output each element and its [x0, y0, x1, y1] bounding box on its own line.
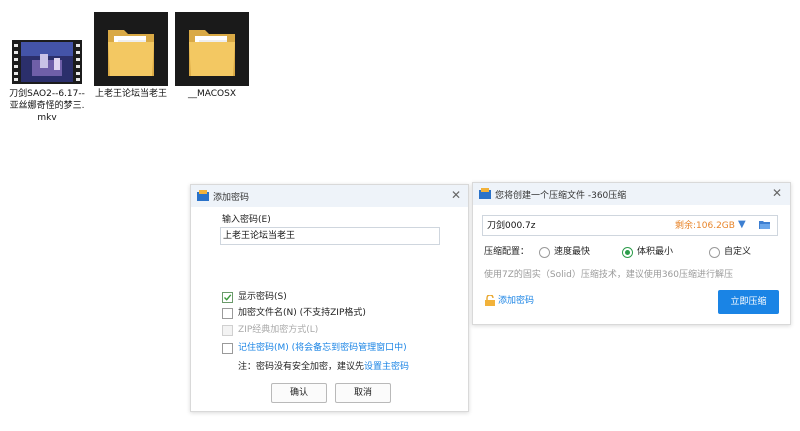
security-note-text: 注：密码没有安全加密，建议先 [238, 362, 365, 372]
dialog-title-bar: 您将创建一个压缩文件 -360压缩 ✕ [473, 183, 790, 205]
compress-now-button[interactable]: 立即压缩 [718, 290, 779, 314]
chevron-down-icon[interactable]: ▼ [738, 219, 746, 231]
show-password-checkbox[interactable] [222, 292, 233, 303]
file-label: __MACOSX [187, 89, 236, 99]
mode-custom-label: 自定义 [724, 247, 752, 257]
close-icon[interactable]: ✕ [770, 186, 784, 200]
video-file-icon [12, 40, 82, 84]
mode-smallest-label: 体积最小 [637, 247, 674, 257]
zip-classic-label: ZIP经典加密方式(L) [238, 325, 319, 335]
compression-hint: 使用7Z的固实（Solid）压缩技术，建议使用360压缩进行解压 [484, 270, 734, 280]
compress-config-label: 压缩配置： [484, 247, 530, 257]
password-input[interactable]: 上老王论坛当老王 [220, 227, 440, 245]
app-icon [479, 188, 491, 200]
password-input-value: 上老王论坛当老王 [223, 231, 296, 241]
archive-name-value: 刀剑000.7z [487, 221, 536, 231]
file-label: 上老王论坛当老王 [94, 89, 167, 99]
file-label: 刀剑SAO2--6.17--亚丝娜奇怪的梦三.mkv [9, 89, 85, 123]
ok-button[interactable]: 确认 [271, 383, 327, 403]
close-icon[interactable]: ✕ [449, 188, 463, 202]
encrypt-filenames-checkbox[interactable] [222, 308, 233, 319]
archive-name-field[interactable]: 刀剑000.7z 剩余:106.2GB ▼ [482, 215, 778, 236]
mode-smallest-radio[interactable] [622, 247, 633, 258]
compress-dialog: 您将创建一个压缩文件 -360压缩 ✕ 刀剑000.7z 剩余:106.2GB … [472, 182, 791, 325]
mode-fastest-label: 速度最快 [554, 247, 591, 257]
dialog-title: 添加密码 [213, 193, 250, 203]
folder-browse-icon[interactable] [759, 219, 771, 231]
show-password-label: 显示密码(S) [238, 292, 287, 302]
password-input-label: 输入密码(E) [222, 215, 271, 225]
zip-classic-checkbox [222, 325, 233, 336]
folder-icon [175, 12, 249, 86]
remember-password-label[interactable]: 记住密码(M) (将会备忘到密码管理窗口中) [238, 342, 407, 354]
dialog-title: 您将创建一个压缩文件 -360压缩 [495, 191, 627, 201]
mode-custom-radio[interactable] [709, 247, 720, 258]
security-note: 注：密码没有安全加密，建议先设置主密码 [238, 361, 409, 373]
password-dialog: 添加密码 ✕ 输入密码(E) 上老王论坛当老王 显示密码(S) 加密文件名(N)… [190, 184, 469, 412]
cancel-button[interactable]: 取消 [335, 383, 391, 403]
add-password-link[interactable]: 添加密码 [498, 295, 534, 307]
encrypt-filenames-label: 加密文件名(N) (不支持ZIP格式) [238, 308, 366, 318]
set-master-password-link[interactable]: 设置主密码 [364, 362, 409, 372]
app-icon [197, 190, 209, 202]
remember-password-checkbox[interactable] [222, 343, 233, 354]
mode-fastest-radio[interactable] [539, 247, 550, 258]
folder-icon [94, 12, 168, 86]
lock-icon [485, 294, 495, 306]
free-space-label: 剩余:106.2GB [675, 221, 735, 231]
dialog-title-bar: 添加密码 ✕ [191, 185, 468, 207]
